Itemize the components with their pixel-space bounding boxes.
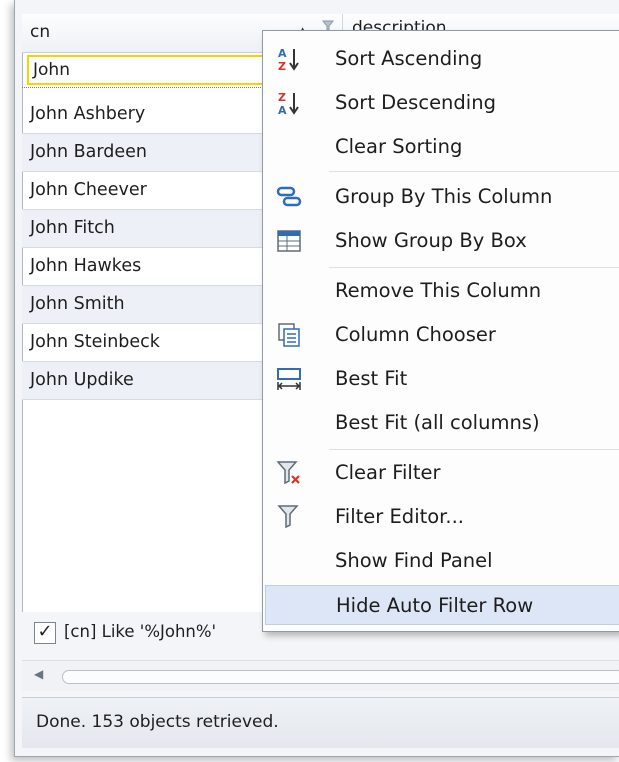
table-row[interactable]: John Updike [22, 362, 262, 400]
table-row[interactable]: John Fitch [22, 210, 262, 248]
menu-item-label: Show Find Panel [335, 549, 493, 572]
table-row[interactable]: John Cheever [22, 172, 262, 210]
column-context-menu: A Z Sort Ascending Z A Sort Descending C… [262, 30, 619, 632]
menu-item-label: Best Fit [335, 367, 408, 390]
menu-item-label: Group By This Column [335, 185, 553, 208]
menu-separator [329, 449, 619, 450]
menu-item-label: Show Group By Box [335, 229, 527, 252]
group-by-column-icon [275, 183, 303, 211]
menu-item-clear-filter[interactable]: Clear Filter [265, 453, 619, 493]
svg-text:Z: Z [278, 91, 286, 104]
status-text: Done. 153 objects retrieved. [36, 712, 279, 732]
clear-filter-icon [275, 459, 303, 487]
menu-item-show-group-by-box[interactable]: Show Group By Box [265, 221, 619, 261]
menu-separator [329, 171, 619, 172]
column-chooser-icon [275, 321, 303, 349]
menu-separator [329, 267, 619, 268]
horizontal-scrollbar[interactable]: ◀ [22, 660, 619, 691]
menu-item-best-fit[interactable]: Best Fit [265, 359, 619, 399]
menu-item-label: Best Fit (all columns) [335, 411, 540, 434]
scroll-left-arrow-icon[interactable]: ◀ [34, 667, 43, 681]
menu-item-label: Sort Ascending [335, 47, 483, 70]
group-by-box-icon [275, 227, 303, 255]
table-row[interactable]: John Steinbeck [22, 324, 262, 362]
menu-item-show-find-panel[interactable]: Show Find Panel [265, 541, 619, 581]
menu-item-clear-sorting[interactable]: Clear Sorting [265, 127, 619, 167]
status-bar: Done. 153 objects retrieved. [22, 697, 619, 748]
filter-enabled-checkbox[interactable]: ✓ [34, 622, 56, 644]
sort-descending-icon: Z A [275, 89, 303, 117]
best-fit-icon [275, 365, 303, 393]
menu-item-remove-this-column[interactable]: Remove This Column [265, 271, 619, 311]
menu-item-label: Clear Sorting [335, 135, 463, 158]
svg-text:A: A [278, 104, 287, 117]
table-row[interactable]: John Ashbery [22, 96, 262, 134]
menu-item-hide-auto-filter-row[interactable]: Hide Auto Filter Row [265, 585, 619, 625]
menu-item-sort-ascending[interactable]: A Z Sort Ascending [265, 39, 619, 79]
scrollbar-thumb[interactable] [62, 670, 619, 684]
svg-text:Z: Z [278, 60, 286, 73]
menu-item-best-fit-all-columns[interactable]: Best Fit (all columns) [265, 403, 619, 443]
menu-item-label: Sort Descending [335, 91, 496, 114]
table-row[interactable]: John Hawkes [22, 248, 262, 286]
menu-item-label: Filter Editor... [335, 505, 465, 528]
filter-expression-label[interactable]: [cn] Like '%John%' [64, 622, 216, 641]
table-row[interactable]: John Smith [22, 286, 262, 324]
menu-item-label: Remove This Column [335, 279, 542, 302]
menu-item-group-by-column[interactable]: Group By This Column [265, 177, 619, 217]
column-header-cn-label: cn [30, 22, 51, 42]
sort-ascending-icon: A Z [275, 45, 303, 73]
cn-filter-input[interactable]: John [27, 55, 267, 85]
menu-item-sort-descending[interactable]: Z A Sort Descending [265, 83, 619, 123]
menu-item-label: Hide Auto Filter Row [336, 594, 534, 617]
menu-item-column-chooser[interactable]: Column Chooser [265, 315, 619, 355]
grid-rows: John Ashbery John Bardeen John Cheever J… [22, 96, 262, 400]
filter-editor-icon [275, 503, 303, 531]
menu-item-label: Clear Filter [335, 461, 441, 484]
svg-text:A: A [278, 47, 287, 60]
menu-item-label: Column Chooser [335, 323, 496, 346]
menu-item-filter-editor[interactable]: Filter Editor... [265, 497, 619, 537]
table-row[interactable]: John Bardeen [22, 134, 262, 172]
